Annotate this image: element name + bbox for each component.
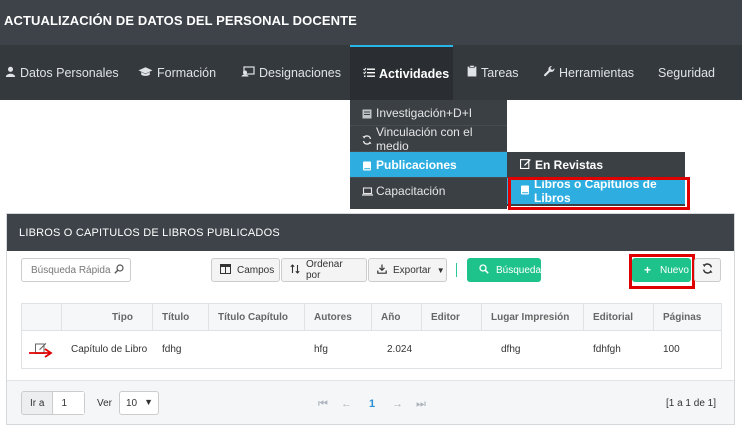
cell-anio: 2.024 [387,344,413,355]
campos-button[interactable]: Campos [211,258,280,282]
column-header-editorial[interactable]: Editorial [583,304,653,330]
search-icon [114,264,124,274]
data-grid: Tipo Título Título Capítulo Autores Año … [21,303,722,369]
page-info: [1 a 1 de 1] [665,398,716,409]
column-header-paginas[interactable]: Páginas [653,304,722,330]
page-size-select[interactable]: 10 ▼ [119,391,159,415]
page-size-label: Ver [97,398,113,409]
toolbar-separator [456,263,457,277]
cell-paginas: 100 [663,344,680,355]
publicaciones-submenu: En Revistas Libros o Capítulos de Libros [507,152,685,206]
current-page[interactable]: 1 [369,398,375,410]
exportar-button[interactable]: Exportar ▼ [368,258,447,282]
download-icon [377,264,387,277]
edit-icon [520,158,531,172]
first-page-icon[interactable]: ⏮ [318,398,328,411]
nav-item-designaciones[interactable]: Designaciones [241,45,341,100]
pager-footer: Ir a 1 Ver 10 ▼ ⏮ ← 1 → ⏭ [1 a 1 de 1] [7,380,734,424]
refresh-icon [702,263,713,277]
clipboard-icon [467,65,477,80]
go-to-input[interactable]: 1 [52,392,85,414]
cell-editorial: fdhfgh [593,344,621,355]
research-icon [362,108,372,118]
nav-item-seguridad[interactable]: Seguridad [658,45,715,100]
publicaciones-panel: LIBROS O CAPITULOS DE LIBROS PUBLICADOS … [6,213,735,425]
column-divider [61,304,62,331]
actividades-dropdown: Investigación+D+I Vinculación con el med… [350,100,507,209]
search-input[interactable]: Búsqueda Rápida [21,258,131,282]
dropdown-item-vinculacion[interactable]: Vinculación con el medio [350,125,507,153]
cell-titulo: fdhg [162,344,182,355]
cell-autores: hfg [314,344,328,355]
nav-item-tareas[interactable]: Tareas [467,45,519,100]
nav-item-herramientas[interactable]: Herramientas [544,45,634,100]
laptop-icon [362,186,373,196]
user-icon [5,66,16,80]
nuevo-button[interactable]: + Nuevo [632,258,691,282]
cell-titulo-capitulo [208,331,304,368]
nav-item-actividades[interactable]: Actividades [350,45,453,100]
plus-icon: + [644,263,652,277]
busqueda-button[interactable]: Búsqueda [467,258,541,282]
dropdown-item-investigacion[interactable]: Investigación+D+I [350,100,507,126]
table-row[interactable]: Capítulo de Libro fdhg hfg 2.024 dfhg fd… [22,331,721,368]
designations-icon [241,65,255,80]
chevron-down-icon: ▼ [144,397,153,407]
sort-icon [290,263,300,277]
nav-item-formacion[interactable]: Formación [138,45,216,100]
next-page-icon[interactable]: → [392,398,403,410]
refresh-icon [362,134,372,145]
columns-icon [220,263,231,277]
prev-page-icon[interactable]: ← [341,398,352,410]
refresh-button[interactable] [694,258,721,282]
cell-tipo: Capítulo de Libro [71,344,148,355]
app-header: ACTUALIZACIÓN DE DATOS DEL PERSONAL DOCE… [0,0,742,45]
dropdown-item-publicaciones[interactable]: Publicaciones [350,152,507,178]
dropdown-item-capacitacion[interactable]: Capacitación [350,178,507,204]
main-nav: Datos Personales Formación Designaciones… [0,45,742,100]
cell-editor [421,331,481,368]
book-icon [362,160,372,170]
column-header-lugar-impresion[interactable]: Lugar Impresión [481,304,583,330]
page-title: ACTUALIZACIÓN DE DATOS DEL PERSONAL DOCE… [4,13,357,28]
column-header-editor[interactable]: Editor [421,304,481,330]
annotation-arrow-icon [29,348,53,358]
column-header-titulo-capitulo[interactable]: Título Capítulo [208,304,303,330]
go-to-label: Ir a [30,397,45,409]
book-icon [520,184,530,198]
column-header-anio[interactable]: Año [371,304,421,330]
column-header-autores[interactable]: Autores [304,304,371,330]
nav-item-datos-personales[interactable]: Datos Personales [5,45,119,100]
wrench-icon [544,65,555,80]
column-header-titulo[interactable]: Título [152,304,209,330]
submenu-item-en-revistas[interactable]: En Revistas [507,152,685,178]
cell-lugar-impresion: dfhg [501,344,521,355]
submenu-item-libros[interactable]: Libros o Capítulos de Libros [507,177,685,205]
search-icon [479,263,489,277]
panel-title: LIBROS O CAPITULOS DE LIBROS PUBLICADOS [7,214,734,251]
list-check-icon [363,67,375,81]
grid-header: Tipo Título Título Capítulo Autores Año … [22,304,721,331]
caret-down-icon: ▼ [436,265,445,275]
ordenar-button[interactable]: Ordenar por [281,258,367,282]
go-to-page[interactable]: Ir a 1 [21,391,86,415]
last-page-icon[interactable]: ⏭ [416,398,426,411]
graduation-cap-icon [138,66,153,80]
